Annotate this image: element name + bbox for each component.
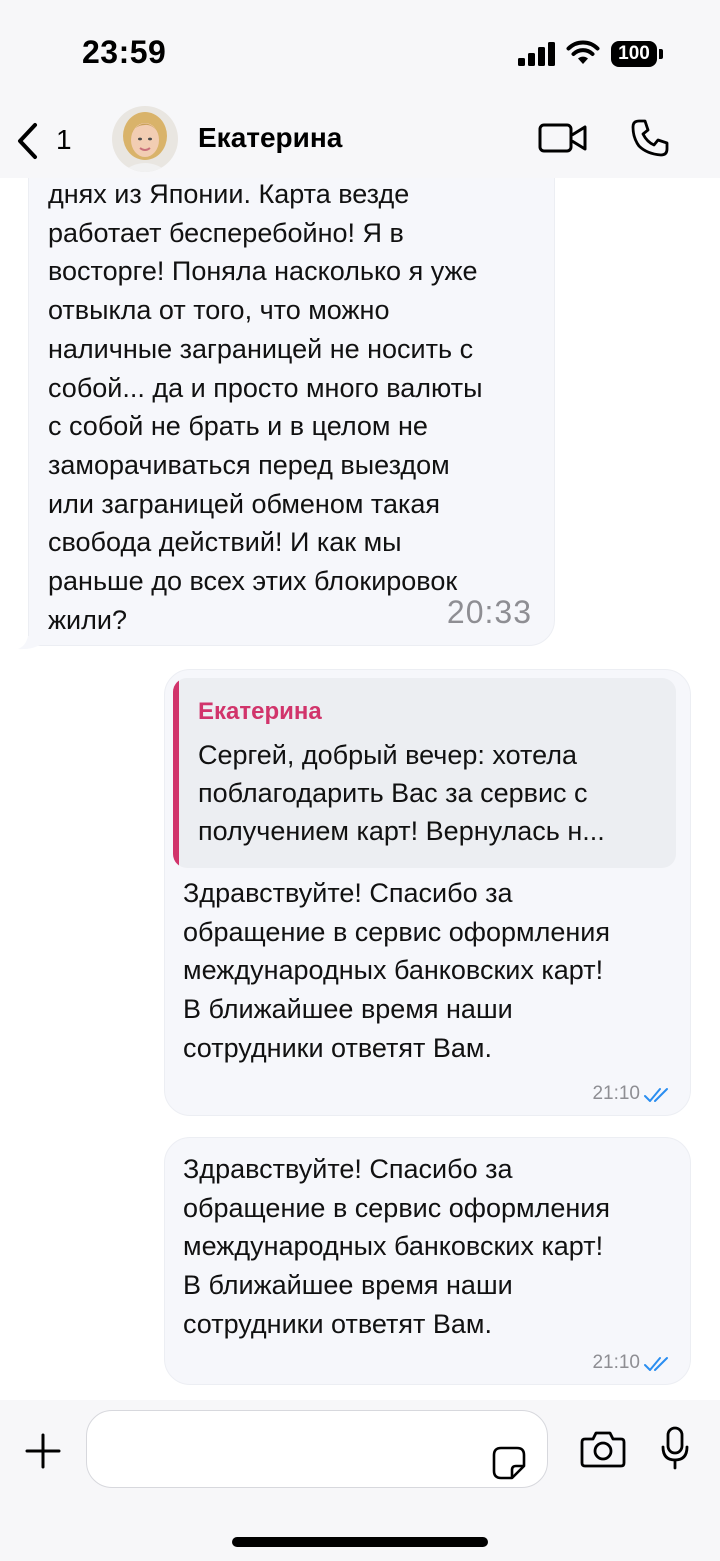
- reply-text: Сергей, добрый вечер: хотела поблагодари…: [198, 740, 605, 846]
- battery-indicator: 100: [611, 41, 657, 67]
- reply-author: Екатерина: [198, 698, 322, 725]
- back-unread-count[interactable]: 1: [56, 124, 72, 156]
- status-time: 23:59: [82, 34, 167, 70]
- chat-header: 1 Екатерина: [0, 100, 720, 178]
- status-bar: 23:59 100: [0, 0, 720, 100]
- chevron-left-icon[interactable]: [16, 122, 40, 160]
- composer-bar: [0, 1400, 720, 1561]
- signal-icon: [518, 42, 555, 66]
- contact-name[interactable]: Екатерина: [198, 122, 342, 154]
- message-list[interactable]: днях из Японии. Карта везде работает бес…: [0, 178, 720, 1400]
- message-time: 21:10: [592, 1083, 640, 1104]
- plus-icon[interactable]: [24, 1432, 62, 1470]
- home-indicator: [232, 1537, 488, 1547]
- incoming-message[interactable]: днях из Японии. Карта везде работает бес…: [28, 178, 555, 646]
- sticker-icon[interactable]: [492, 1446, 526, 1480]
- battery-cap: [659, 49, 663, 59]
- message-text: Здравствуйте! Спасибо за обращение в сер…: [183, 878, 610, 1063]
- camera-icon[interactable]: [580, 1430, 626, 1468]
- microphone-icon[interactable]: [660, 1426, 690, 1470]
- video-camera-icon[interactable]: [538, 122, 588, 154]
- double-check-icon: [644, 1088, 668, 1102]
- outgoing-message[interactable]: Здравствуйте! Спасибо за обращение в сер…: [164, 1137, 691, 1385]
- reply-accent-bar: [173, 678, 179, 868]
- phone-icon[interactable]: [630, 118, 670, 158]
- double-check-icon: [644, 1357, 668, 1371]
- message-time: 21:10: [592, 1352, 640, 1373]
- message-time: 20:33: [446, 594, 532, 630]
- avatar[interactable]: [112, 106, 178, 172]
- bubble-tail: [18, 636, 42, 650]
- wifi-icon: [566, 40, 600, 64]
- reply-quote[interactable]: Екатерина Сергей, добрый вечер: хотела п…: [173, 678, 676, 868]
- outgoing-message[interactable]: Екатерина Сергей, добрый вечер: хотела п…: [164, 669, 691, 1116]
- message-text: Здравствуйте! Спасибо за обращение в сер…: [183, 1154, 610, 1339]
- message-input[interactable]: [86, 1410, 548, 1488]
- message-text: днях из Японии. Карта везде работает бес…: [48, 179, 483, 635]
